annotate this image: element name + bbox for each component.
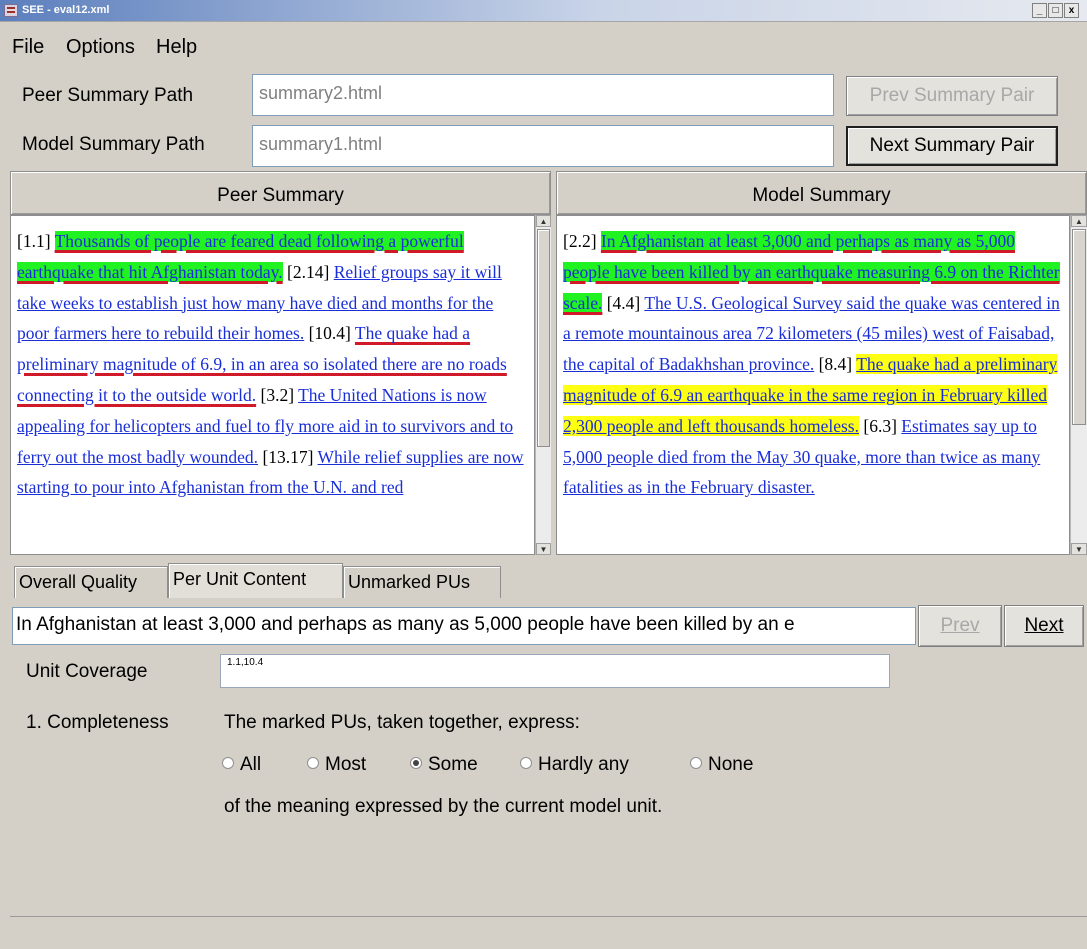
unit-id: [2.14] xyxy=(282,261,334,282)
tab-per-unit-content[interactable]: Per Unit Content xyxy=(168,563,343,598)
radio-selected-icon xyxy=(410,756,422,769)
window-title: SEE - eval12.xml xyxy=(22,4,110,16)
app-icon xyxy=(4,4,18,17)
radio-most-label: Most xyxy=(325,754,367,775)
tab-overall-quality[interactable]: Overall Quality xyxy=(14,566,168,598)
minimize-button[interactable]: _ xyxy=(1032,3,1047,18)
prev-summary-pair-button[interactable]: Prev Summary Pair xyxy=(846,76,1058,116)
radio-some[interactable]: Some xyxy=(410,754,478,776)
peer-summary-header: Peer Summary xyxy=(10,171,551,215)
tab-unmarked-pus[interactable]: Unmarked PUs xyxy=(343,566,501,598)
radio-circle-icon xyxy=(520,756,532,769)
unit-coverage-field[interactable]: 1.1,10.4 xyxy=(220,654,890,688)
close-button[interactable]: x xyxy=(1064,3,1079,18)
peer-path-field[interactable]: summary2.html xyxy=(252,74,834,116)
radio-none[interactable]: None xyxy=(690,754,753,776)
scroll-up-icon[interactable]: ▲ xyxy=(1071,215,1087,227)
menu-file[interactable]: File xyxy=(12,36,44,59)
model-path-field[interactable]: summary1.html xyxy=(252,125,834,167)
completeness-suffix: of the meaning expressed by the current … xyxy=(224,796,663,817)
radio-circle-icon xyxy=(222,756,234,769)
peer-scroll-thumb[interactable] xyxy=(537,229,550,447)
model-scrollbar[interactable]: ▲ ▼ xyxy=(1070,215,1087,555)
title-bar: SEE - eval12.xml _ □ x xyxy=(0,0,1087,22)
scroll-down-icon[interactable]: ▼ xyxy=(536,543,551,555)
maximize-button[interactable]: □ xyxy=(1048,3,1063,18)
status-bar xyxy=(10,916,1087,949)
unit-coverage-label: Unit Coverage xyxy=(26,661,148,682)
model-summary-header: Model Summary xyxy=(556,171,1087,215)
radio-some-label: Some xyxy=(428,754,478,775)
next-summary-pair-button[interactable]: Next Summary Pair xyxy=(846,126,1058,166)
radio-hardly-any-label: Hardly any xyxy=(538,754,629,775)
radio-circle-icon xyxy=(307,756,319,769)
radio-all-label: All xyxy=(240,754,262,775)
unit-id: [13.17] xyxy=(258,446,318,467)
next-unit-button[interactable]: Next xyxy=(1004,605,1084,647)
radio-circle-icon xyxy=(690,756,702,769)
completeness-label: 1. Completeness xyxy=(26,712,169,733)
model-unit-text-field[interactable]: In Afghanistan at least 3,000 and perhap… xyxy=(12,607,916,645)
peer-scrollbar[interactable]: ▲ ▼ xyxy=(535,215,551,555)
prev-unit-button[interactable]: Prev xyxy=(918,605,1002,647)
radio-most[interactable]: Most xyxy=(307,754,366,776)
model-scroll-thumb[interactable] xyxy=(1072,229,1086,425)
unit-id: [6.3] xyxy=(859,415,902,436)
radio-all[interactable]: All xyxy=(222,754,261,776)
scroll-up-icon[interactable]: ▲ xyxy=(536,215,551,227)
peer-summary-text[interactable]: [1.1] Thousands of people are feared dea… xyxy=(10,215,535,555)
next-label: Next xyxy=(1024,615,1064,636)
scroll-down-icon[interactable]: ▼ xyxy=(1071,543,1087,555)
model-path-label: Model Summary Path xyxy=(22,134,205,155)
unit-id: [2.2] xyxy=(563,231,601,251)
unit-id: [1.1] xyxy=(17,231,55,251)
radio-none-label: None xyxy=(708,754,754,775)
unit-id: [10.4] xyxy=(304,323,355,344)
model-summary-text[interactable]: [2.2] In Afghanistan at least 3,000 and … xyxy=(556,215,1070,555)
unit-id: [3.2] xyxy=(256,384,299,405)
unit-id: [4.4] xyxy=(602,292,645,313)
prev-label: Prev xyxy=(940,615,980,636)
unit-id: [8.4] xyxy=(814,354,857,375)
peer-path-label: Peer Summary Path xyxy=(22,85,194,106)
completeness-prompt: The marked PUs, taken together, express: xyxy=(224,712,580,733)
radio-hardly-any[interactable]: Hardly any xyxy=(520,754,629,776)
menu-help[interactable]: Help xyxy=(156,36,197,59)
menu-options[interactable]: Options xyxy=(66,36,135,59)
menu-bar: File Options Help xyxy=(0,23,1087,63)
